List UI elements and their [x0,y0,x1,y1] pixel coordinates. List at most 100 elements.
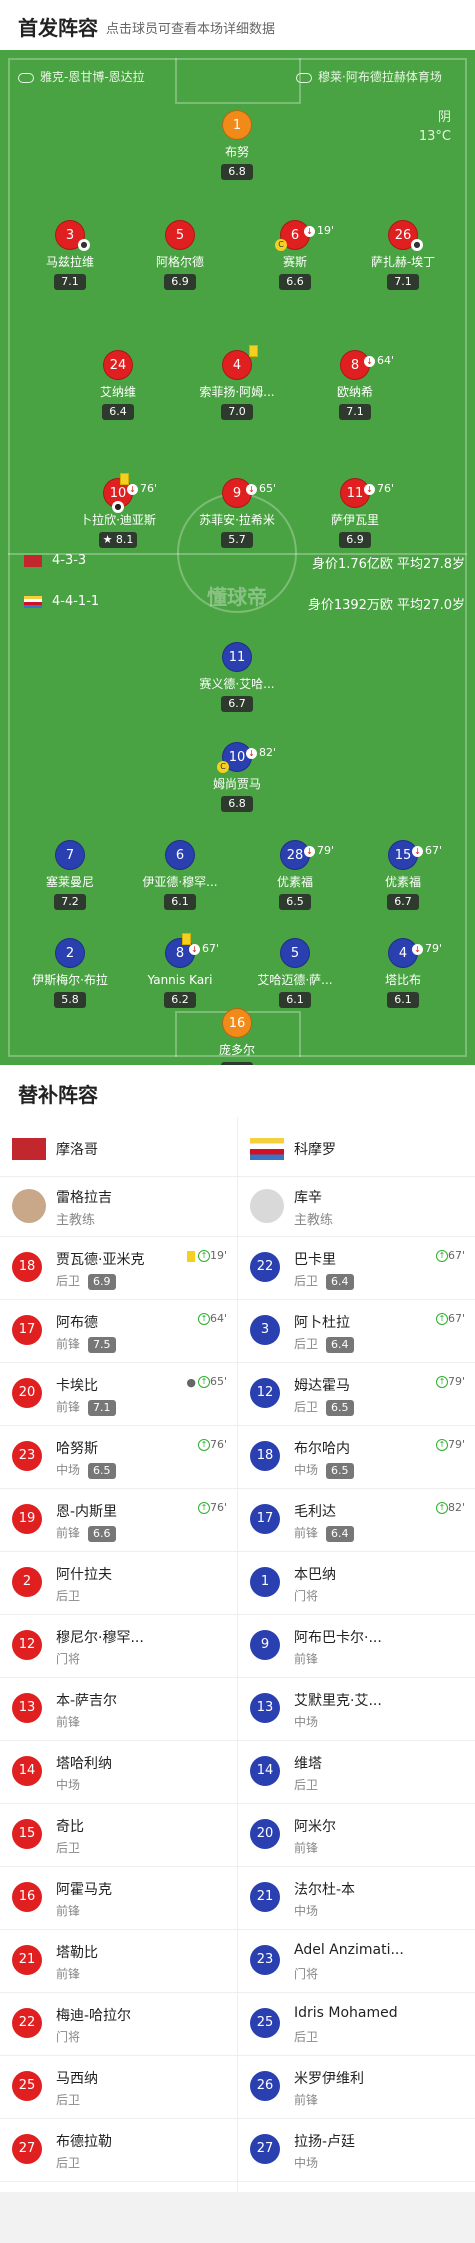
player-name: 阿布德 [56,1315,98,1331]
away-player-16[interactable]: 16庞多尔7.6 [172,1008,302,1065]
sub-out-icon: ↓ [304,225,315,237]
player-number: 12 [250,1378,280,1408]
home-bench-player-19[interactable]: 19 恩-内斯里 前锋 6.6 ↑ 76' [0,1489,237,1552]
position-text: 后卫 [294,1778,319,1792]
player-name: 塔比布 [384,973,421,987]
home-bench-player-15[interactable]: 15 奇比 后卫 [0,1804,237,1867]
home-bench-player-21[interactable]: 21 塔勒比 前锋 [0,1930,237,1993]
home-player-11[interactable]: 11 ↓ 76' 萨伊瓦里 6.9 [290,478,420,548]
home-player-8[interactable]: 8 ↓ 64' 欧纳希 7.1 [290,350,420,420]
away-bench-player-13[interactable]: 13 艾默里克·艾... 中场 [238,1678,475,1741]
away-bench-player-1[interactable]: 1 本巴纳 门将 [238,1552,475,1615]
sub-on-indicator: ↑ 67' [435,1312,465,1325]
player-position: 后卫 [56,2091,80,2108]
player-name: 塔哈利纳 [56,1756,112,1772]
home-bench-player-20[interactable]: 20 卡埃比 前锋 7.1 ● ↑ 65' [0,1363,237,1426]
player-name: 欧纳希 [336,385,373,399]
away-bench-player-21[interactable]: 21 法尔杜-本 中场 [238,1867,475,1930]
player-position: 中场 6.5 [56,1461,116,1479]
sub-on-indicator: ↑ 82' [435,1501,465,1514]
position-text: 门将 [56,2030,81,2044]
home-player-24[interactable]: 24 艾纳维 6.4 [53,350,183,420]
home-formation: 4-3-3 [24,553,86,568]
away-player-8[interactable]: 8 ↓ 67' Yannis Kari 6.2 [115,933,245,1008]
home-bench-player-23[interactable]: 23 哈努斯 中场 6.5 ↑ 76' [0,1426,237,1489]
away-team-name: 科摩罗 [294,1142,336,1158]
home-bench-player-18[interactable]: 18 贾瓦德·亚米克 后卫 6.9 ↑ 19' [0,1237,237,1300]
away-bench-player-25[interactable]: 25 Idris Mohamed 后卫 [238,1993,475,2056]
player-number: 21 [250,1882,280,1912]
away-bench-player-9[interactable]: 9 阿布巴卡尔·... 前锋 [238,1615,475,1678]
player-position: 前锋 [294,1650,318,1667]
sub-off-indicator: ↓ 79' [304,836,334,866]
player-name: 奇比 [56,1819,84,1835]
home-stadium: 雅克-恩甘博-恩达拉 [18,68,145,85]
player-rating: 6.1 [387,992,419,1008]
away-coach-row[interactable]: 库辛 主教练 [238,1177,475,1237]
player-name: Yannis Kari [147,973,213,987]
sub-off-indicator: ↓ 76' [364,474,394,504]
player-number: 28 ↓ 79' [280,840,334,870]
home-bench-player-13[interactable]: 13 本-萨吉尔 前锋 [0,1678,237,1741]
away-bench-player-17[interactable]: 17 毛利达 前锋 6.4 ↑ 82' [238,1489,475,1552]
home-coach-role: 主教练 [56,1213,96,1228]
player-rating: 7.1 [54,274,86,290]
home-bench-player-16[interactable]: 16 阿霍马克 前锋 [0,1867,237,1930]
player-position: 门将 [294,1587,318,1604]
home-bench-player-27[interactable]: 27 布德拉勒 后卫 [0,2119,237,2182]
temperature-text: 13°C [418,129,451,144]
away-bench-player-22[interactable]: 22 巴卡里 后卫 6.4 ↑ 67' [238,1237,475,1300]
player-number: 20 [12,1378,42,1408]
home-player-4[interactable]: 4 索菲扬·阿姆... 7.0 [172,345,302,420]
player-number: 9 ↓ 65' [222,478,276,508]
sub-minute: 82' [447,1501,465,1514]
home-bench-player-22[interactable]: 22 梅迪-哈拉尔 门将 [0,1993,237,2056]
player-rating: 7.1 [387,274,419,290]
player-number: 22 [250,1252,280,1282]
away-player-6[interactable]: 6 伊亚德·穆罕... 6.1 [115,840,245,910]
away-player-10[interactable]: 10 ↓ 82' C 姆尚贾马 6.8 [172,742,302,812]
away-bench-player-18[interactable]: 18 布尔哈内 中场 6.5 ↑ 79' [238,1426,475,1489]
away-bench-player-14[interactable]: 14 维塔 后卫 [238,1741,475,1804]
position-text: 前锋 [294,1526,319,1540]
home-coach-row[interactable]: 雷格拉吉 主教练 [0,1177,237,1237]
away-bench-player-20[interactable]: 20 阿米尔 前锋 [238,1804,475,1867]
player-rating: 5.7 [221,532,253,548]
player-rating: 6.5 [326,1399,354,1416]
home-player-5[interactable]: 5 阿格尔德 6.9 [115,220,245,290]
ball-icon: ● [411,239,423,251]
player-number: 25 [250,2008,280,2038]
sub-minute: 79' [317,844,335,857]
player-number: 12 [12,1630,42,1660]
home-bench-player-25[interactable]: 25 马西纳 后卫 [0,2056,237,2119]
position-text: 后卫 [56,1589,81,1603]
home-bench-player-17[interactable]: 17 阿布德 前锋 7.5 ↑ 64' [0,1300,237,1363]
home-bench-player-2[interactable]: 2 阿什拉夫 后卫 [0,1552,237,1615]
sub-in-icon: ↑ [197,1313,210,1325]
away-bench-player-26[interactable]: 26 米罗伊维利 前锋 [238,2056,475,2119]
away-bench-player-27[interactable]: 27 拉扬-卢廷 中场 [238,2119,475,2182]
away-player-11[interactable]: 11 赛义德·艾哈... 6.7 [172,642,302,712]
home-bench-player-12[interactable]: 12 穆尼尔·穆罕... 门将 [0,1615,237,1678]
comoros-flag-icon [24,595,42,608]
position-text: 门将 [56,1652,81,1666]
player-rating: 6.5 [88,1462,116,1479]
away-player-15[interactable]: 15 ↓ 67' 优素福 6.7 [338,840,468,910]
home-player-10[interactable]: 10 ↓ 76' ● 卜拉欣·迪亚斯 ★ 8.1 [53,473,183,548]
home-bench-player-14[interactable]: 14 塔哈利纳 中场 [0,1741,237,1804]
player-name: 哈努斯 [56,1441,98,1457]
away-player-4[interactable]: 4 ↓ 79' 塔比布 6.1 [338,938,468,1008]
away-bench-player-12[interactable]: 12 姆达霍马 后卫 6.5 ↑ 79' [238,1363,475,1426]
player-number: 4 [222,345,258,380]
away-bench-player-3[interactable]: 3 阿卜杜拉 后卫 6.4 ↑ 67' [238,1300,475,1363]
sub-on-indicator: ↑ 64' [197,1312,227,1325]
player-number: 21 [12,1945,42,1975]
sub-minute: 65' [209,1375,227,1388]
home-player-26[interactable]: 26 ● 萨扎赫-埃丁 7.1 [338,220,468,290]
away-coach-role: 主教练 [294,1213,334,1228]
player-number: 14 [250,1756,280,1786]
away-bench-player-23[interactable]: 23 Adel Anzimati... 门将 [238,1930,475,1993]
player-name: 梅迪-哈拉尔 [56,2008,132,2024]
home-player-1[interactable]: 1 布努 6.8 [172,110,302,180]
home-player-9[interactable]: 9 ↓ 65' 苏菲安·拉希米 5.7 [172,478,302,548]
